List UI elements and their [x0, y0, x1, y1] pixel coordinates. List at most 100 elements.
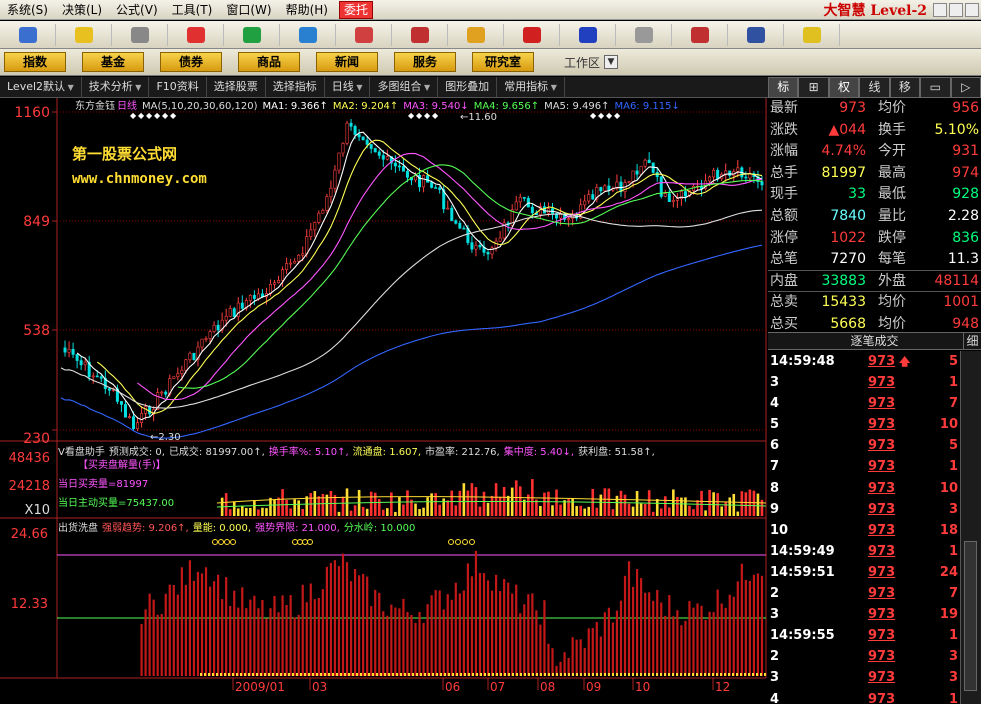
nav-button-3[interactable]: 商品 — [238, 52, 300, 72]
quote-label: 涨停 — [770, 229, 798, 246]
baseline-dot — [656, 673, 658, 676]
volume-bar — [285, 499, 288, 516]
tick-price: 973 — [868, 649, 896, 665]
nav-button-4[interactable]: 新闻 — [316, 52, 378, 72]
indicator-bar — [289, 595, 292, 676]
right-tab-4[interactable]: 移 — [889, 77, 921, 98]
right-tab-5[interactable]: ▭ — [920, 77, 951, 98]
menu-item-2[interactable]: 公式(V) — [109, 0, 165, 20]
globe-icon[interactable] — [280, 23, 336, 46]
analysis-menu-0[interactable]: Level2默认 — [0, 76, 82, 98]
candle-body — [401, 166, 405, 172]
grid-icon[interactable] — [0, 23, 56, 46]
minimize-icon[interactable] — [933, 2, 947, 17]
ruler-icon[interactable] — [112, 23, 168, 46]
workspace-dropdown-icon[interactable]: ▼ — [604, 55, 619, 69]
indicator-bar — [668, 595, 671, 676]
window-icon[interactable] — [616, 23, 672, 46]
price-axis-label: 538 — [23, 323, 50, 339]
close-icon[interactable] — [965, 2, 979, 17]
volume-bar — [672, 489, 675, 516]
analysis-menu-5[interactable]: 日线 — [325, 76, 371, 98]
candle-body — [434, 187, 438, 189]
tick-price: 973 — [868, 670, 896, 686]
candle-body — [397, 165, 401, 168]
baseline-dot — [728, 673, 730, 676]
candle-body — [192, 352, 196, 360]
tick-row: 3 973 19 — [768, 604, 960, 625]
analysis-menu-2[interactable]: F10资料 — [149, 77, 207, 97]
diamond-icon[interactable] — [448, 23, 504, 46]
indicator-bar — [192, 580, 196, 676]
books-icon[interactable] — [728, 23, 784, 46]
indicator-bar — [200, 573, 204, 676]
chain-icon[interactable] — [224, 23, 280, 46]
analysis-menu-8[interactable]: 常用指标 — [497, 76, 565, 98]
consign-button[interactable]: 委托 — [338, 0, 373, 19]
indicator-axis-label: 24.66 — [11, 527, 48, 542]
analysis-menu-3[interactable]: 选择股票 — [207, 77, 266, 97]
indicator-bar — [470, 576, 474, 676]
nav-button-5[interactable]: 服务 — [394, 52, 456, 72]
zoom-icon[interactable] — [336, 23, 392, 46]
maximize-icon[interactable] — [949, 2, 963, 17]
indicator-bar — [619, 600, 623, 676]
dollar-icon[interactable] — [168, 23, 224, 46]
nav-button-1[interactable]: 基金 — [82, 52, 144, 72]
help-icon[interactable] — [784, 23, 840, 46]
volume-bar — [394, 511, 397, 516]
baseline-dot — [540, 673, 542, 676]
volume-bar — [676, 496, 679, 516]
quote-value: 33883 — [821, 272, 866, 289]
baseline-dot — [604, 673, 606, 676]
menu-item-4[interactable]: 窗口(W) — [219, 0, 278, 20]
right-tab-3[interactable]: 线 — [859, 77, 890, 98]
indicator-bar — [676, 610, 679, 676]
analysis-menu-1[interactable]: 技术分析 — [82, 76, 150, 98]
tick-volume: 3 — [948, 649, 958, 665]
nav-button-0[interactable]: 指数 — [4, 52, 66, 72]
shield-icon[interactable] — [504, 23, 560, 46]
volume-bar — [700, 490, 703, 516]
right-tab-6[interactable]: ▷ — [950, 77, 981, 98]
candle-body — [422, 175, 426, 188]
menu-item-3[interactable]: 工具(T) — [165, 0, 220, 20]
quote-label: 总额 — [770, 208, 798, 224]
indicator-bar — [631, 586, 635, 676]
nav-button-2[interactable]: 债券 — [160, 52, 222, 72]
baseline-dot — [560, 673, 562, 676]
baseline-dot — [356, 673, 358, 676]
menu-item-1[interactable]: 决策(L) — [55, 0, 109, 20]
indicator-bar — [503, 579, 506, 676]
baseline-dot — [412, 673, 414, 676]
right-tab-1[interactable]: ⊞ — [798, 77, 829, 98]
menu-item-0[interactable]: 系统(S) — [0, 0, 55, 20]
baseline-dot — [452, 673, 454, 676]
star-icon[interactable] — [560, 23, 616, 46]
right-tab-0[interactable]: 标 — [768, 77, 799, 98]
tick-row: 14:59:48 973 🡅 5 — [768, 351, 960, 372]
cross-icon[interactable] — [56, 23, 112, 46]
volume-bar — [740, 491, 744, 516]
scrollbar-thumb[interactable] — [964, 541, 977, 691]
panel-icon[interactable] — [672, 23, 728, 46]
menu-item-5[interactable]: 帮助(H) — [279, 0, 335, 20]
quote-row: 涨停 1022 跌停 836 — [768, 228, 981, 250]
volume-axis-label: 48436 — [9, 451, 50, 466]
baseline-dot — [636, 673, 638, 676]
analysis-menu-4[interactable]: 选择指标 — [266, 77, 325, 97]
nav-button-6[interactable]: 研究室 — [472, 52, 534, 72]
tick-scrollbar[interactable] — [960, 351, 981, 704]
volume-bar — [406, 490, 409, 516]
tick-detail-button[interactable]: 细 — [963, 333, 981, 349]
pin-icon[interactable] — [392, 23, 448, 46]
analysis-menu-7[interactable]: 图形叠加 — [438, 77, 498, 97]
analysis-menu-6[interactable]: 多图组合 — [370, 76, 439, 98]
indicator-bar — [398, 608, 401, 676]
volume-header-item: 流通盘: 1.607, — [353, 445, 421, 458]
quote-value: 4.74% — [821, 143, 866, 160]
tick-list[interactable]: 14:59:48 973 🡅 5 3 973 1 4 973 7 5 973 10 6 973 5 7 973 1 8… — [768, 351, 960, 704]
right-tab-2[interactable]: 权 — [828, 77, 860, 98]
indicator-bar — [349, 581, 353, 676]
tick-volume: 5 — [948, 438, 958, 454]
